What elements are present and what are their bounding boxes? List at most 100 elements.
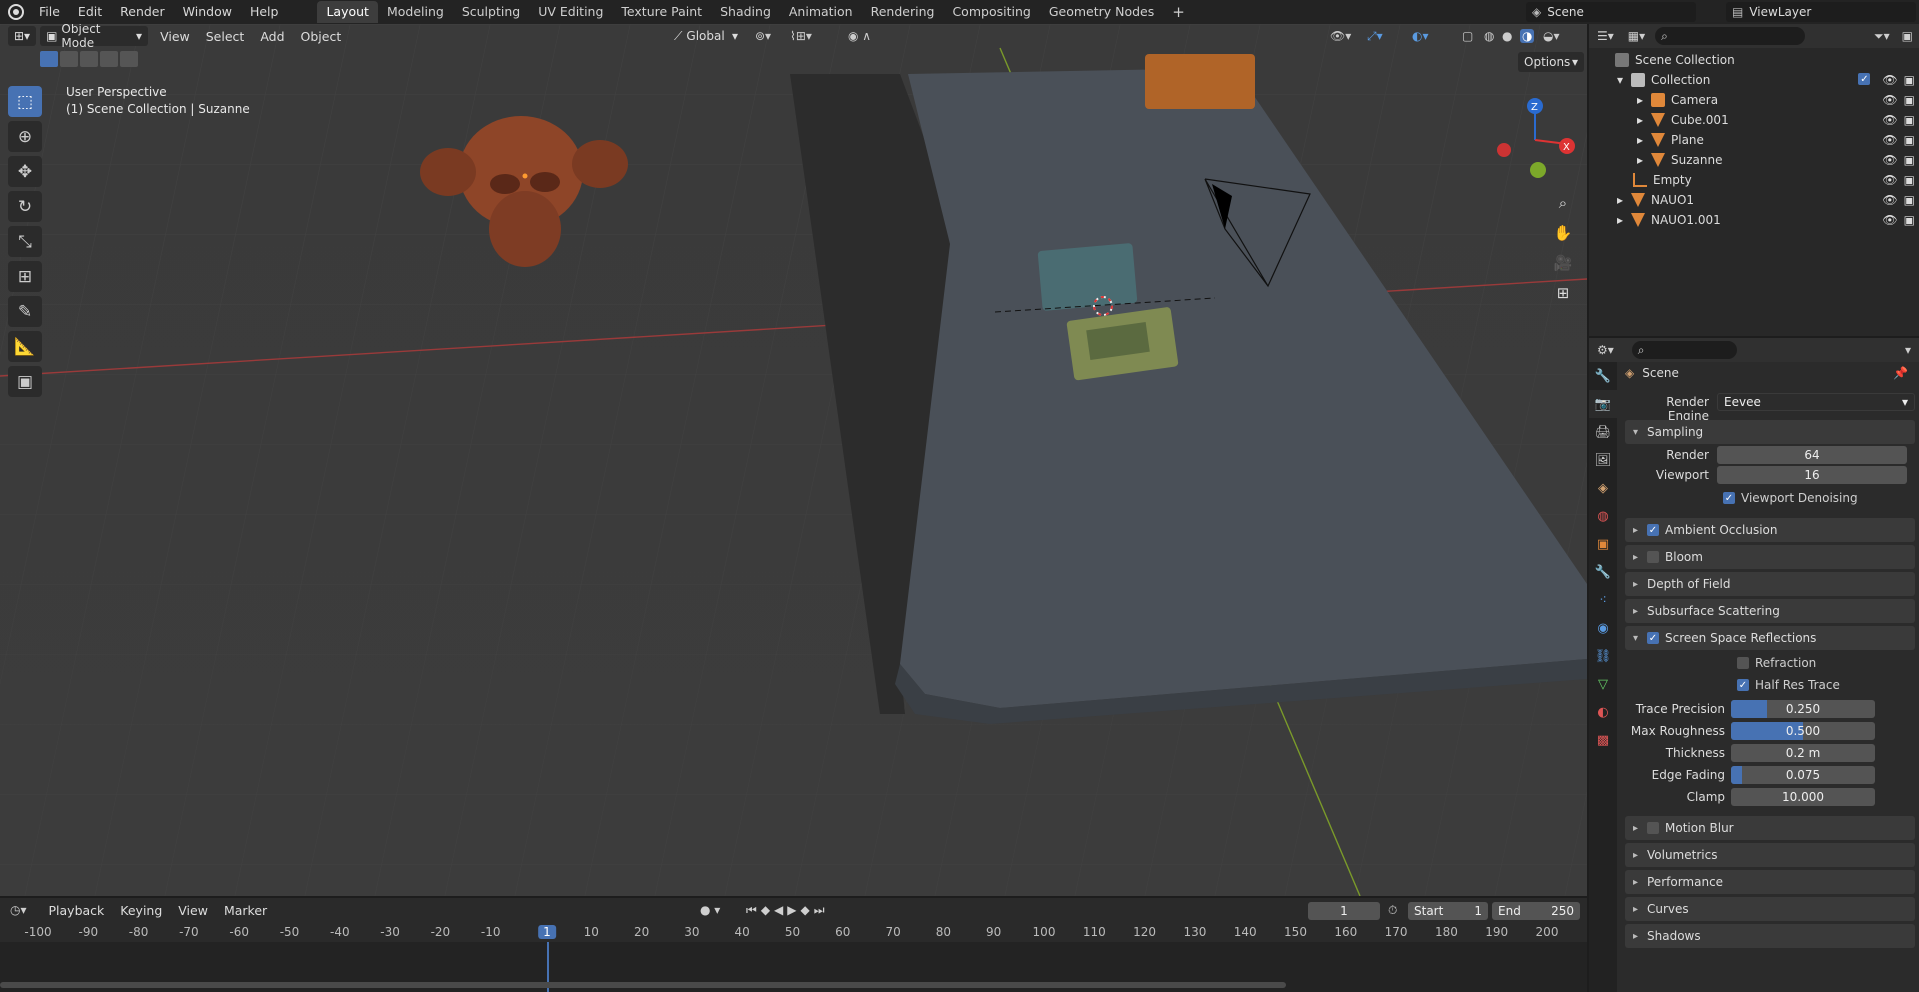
clamp-field[interactable]: 10.000 bbox=[1731, 788, 1875, 806]
panel-shadows[interactable]: ▸ Shadows bbox=[1625, 924, 1915, 948]
eye-icon[interactable]: 👁 bbox=[1882, 113, 1897, 127]
xray-icon[interactable]: ▢ bbox=[1462, 29, 1473, 43]
edge-fading-slider[interactable]: 0.075 bbox=[1731, 766, 1875, 784]
outliner-root[interactable]: Scene Collection bbox=[1589, 50, 1919, 70]
render-tab-icon[interactable]: 📷 bbox=[1589, 390, 1617, 418]
eye-icon[interactable]: 👁 bbox=[1882, 153, 1897, 167]
expand-icon[interactable]: ▸ bbox=[1637, 133, 1651, 147]
play-icon[interactable]: ▶ bbox=[787, 903, 800, 917]
mode-dropdown[interactable]: ▣ Object Mode ▾ bbox=[40, 24, 149, 50]
panel-curves[interactable]: ▸ Curves bbox=[1625, 897, 1915, 921]
select-box-tool-icon[interactable]: ⬚ bbox=[8, 86, 42, 117]
viewport-menu-add[interactable]: Add bbox=[252, 29, 292, 44]
viewport-menu-view[interactable]: View bbox=[152, 29, 198, 44]
select-intersect-icon[interactable] bbox=[120, 51, 138, 67]
physics-tab-icon[interactable]: ◉ bbox=[1589, 614, 1617, 642]
visibility-icon[interactable]: 👁▾ bbox=[1330, 29, 1351, 43]
constraints-tab-icon[interactable]: ⛓ bbox=[1589, 642, 1617, 670]
add-workspace-icon[interactable]: + bbox=[1163, 1, 1194, 23]
render-engine-dropdown[interactable]: Eevee ▾ bbox=[1717, 393, 1915, 411]
outliner-editor-icon[interactable]: ☰▾ bbox=[1597, 29, 1614, 43]
particles-tab-icon[interactable]: ⁖ bbox=[1589, 586, 1617, 614]
measure-tool-icon[interactable]: 📐 bbox=[8, 331, 42, 362]
filter-icon[interactable]: ⏷▾ bbox=[1874, 29, 1890, 44]
eye-icon[interactable]: 👁 bbox=[1882, 193, 1897, 207]
tab-compositing[interactable]: Compositing bbox=[943, 1, 1039, 23]
stopwatch-icon[interactable]: ⏱ bbox=[1388, 903, 1397, 918]
scene-tab-icon[interactable]: ◈ bbox=[1589, 474, 1617, 502]
expand-icon[interactable]: ▸ bbox=[1617, 213, 1631, 227]
outliner-row-nauo1-001[interactable]: ▸ NAUO1.001 👁 ▣ bbox=[1589, 210, 1919, 230]
shading-material-icon[interactable]: ◑ bbox=[1520, 29, 1535, 43]
expand-icon[interactable]: ▸ bbox=[1637, 153, 1651, 167]
render-icon[interactable]: ▣ bbox=[1904, 173, 1915, 187]
outliner-row-camera[interactable]: ▸ Camera 👁 ▣ bbox=[1589, 90, 1919, 110]
outliner-row-nauo1[interactable]: ▸ NAUO1 👁 ▣ bbox=[1589, 190, 1919, 210]
axis-gizmo-icon[interactable]: Z X bbox=[1495, 94, 1575, 184]
object-tab-icon[interactable]: ▣ bbox=[1589, 530, 1617, 558]
exclude-checkbox[interactable]: ✓ bbox=[1858, 73, 1871, 85]
menu-file[interactable]: File bbox=[30, 0, 69, 24]
panel-sampling[interactable]: ▾ Sampling bbox=[1625, 420, 1915, 444]
checkbox-icon[interactable]: ✓ bbox=[1647, 632, 1659, 644]
options-dropdown[interactable]: Options ▾ bbox=[1518, 52, 1584, 72]
eye-icon[interactable]: 👁 bbox=[1882, 213, 1897, 227]
tab-texture-paint[interactable]: Texture Paint bbox=[612, 1, 711, 23]
world-tab-icon[interactable]: ◍ bbox=[1589, 502, 1617, 530]
checkbox-icon[interactable]: ✓ bbox=[1647, 524, 1659, 536]
timeline-scrollbar[interactable] bbox=[0, 982, 1286, 988]
tab-modeling[interactable]: Modeling bbox=[378, 1, 453, 23]
panel-performance[interactable]: ▸ Performance bbox=[1625, 870, 1915, 894]
checkbox-icon[interactable] bbox=[1647, 822, 1659, 834]
expand-icon[interactable]: ▾ bbox=[1617, 73, 1631, 87]
tab-rendering[interactable]: Rendering bbox=[862, 1, 944, 23]
tab-geometry-nodes[interactable]: Geometry Nodes bbox=[1040, 1, 1163, 23]
half-res-trace-checkbox[interactable]: ✓ Half Res Trace bbox=[1737, 678, 1840, 692]
add-cube-tool-icon[interactable]: ▣ bbox=[8, 366, 42, 397]
tab-layout[interactable]: Layout bbox=[317, 1, 378, 23]
checkbox-icon[interactable] bbox=[1647, 551, 1659, 563]
panel-depth-of-field[interactable]: ▸ Depth of Field bbox=[1625, 572, 1915, 596]
move-tool-icon[interactable]: ✥ bbox=[8, 156, 42, 187]
properties-editor-icon[interactable]: ⚙▾ bbox=[1597, 343, 1614, 357]
outliner-row-cube[interactable]: ▸ Cube.001 👁 ▣ bbox=[1589, 110, 1919, 130]
pan-hand-icon[interactable]: ✋ bbox=[1550, 220, 1576, 246]
expand-icon[interactable]: ▸ bbox=[1637, 113, 1651, 127]
expand-icon[interactable]: ▸ bbox=[1617, 193, 1631, 207]
eye-icon[interactable]: 👁 bbox=[1882, 73, 1897, 87]
outliner-search-input[interactable]: ⌕ bbox=[1655, 27, 1806, 45]
properties-search-input[interactable]: ⌕ bbox=[1631, 341, 1737, 359]
zoom-icon[interactable]: ⌕ bbox=[1550, 190, 1576, 216]
shading-rendered-icon[interactable]: ◒▾ bbox=[1543, 29, 1560, 43]
camera-view-icon[interactable]: 🎥 bbox=[1550, 250, 1576, 276]
select-invert-icon[interactable] bbox=[100, 51, 118, 67]
chevron-down-icon[interactable]: ▾ bbox=[1905, 343, 1911, 357]
outliner-row-plane[interactable]: ▸ Plane 👁 ▣ bbox=[1589, 130, 1919, 150]
end-frame-field[interactable]: End 250 bbox=[1492, 902, 1580, 920]
timeline-menu-view[interactable]: View bbox=[170, 903, 216, 918]
outliner-row-empty[interactable]: Empty 👁 ▣ bbox=[1589, 170, 1919, 190]
render-icon[interactable]: ▣ bbox=[1904, 133, 1915, 147]
render-icon[interactable]: ▣ bbox=[1904, 153, 1915, 167]
menu-edit[interactable]: Edit bbox=[69, 0, 111, 24]
timeline-editor-icon[interactable]: ◷▾ bbox=[10, 903, 27, 917]
tab-shading[interactable]: Shading bbox=[711, 1, 780, 23]
pivot-icon[interactable]: ⊚▾ bbox=[755, 29, 771, 43]
trace-precision-slider[interactable]: 0.250 bbox=[1731, 700, 1875, 718]
expand-icon[interactable]: ▸ bbox=[1637, 93, 1651, 107]
panel-subsurface-scattering[interactable]: ▸ Subsurface Scattering bbox=[1625, 599, 1915, 623]
select-extend-icon[interactable] bbox=[60, 51, 78, 67]
viewport-samples-field[interactable]: 16 bbox=[1717, 466, 1907, 484]
render-icon[interactable]: ▣ bbox=[1904, 213, 1915, 227]
eye-icon[interactable]: 👁 bbox=[1882, 133, 1897, 147]
material-tab-icon[interactable]: ◐ bbox=[1589, 698, 1617, 726]
scene-selector[interactable]: ◈ Scene bbox=[1526, 2, 1696, 22]
outliner-row-collection[interactable]: ▾ Collection ✓ 👁 ▣ bbox=[1589, 70, 1919, 90]
texture-tab-icon[interactable]: ▩ bbox=[1589, 726, 1617, 754]
menu-render[interactable]: Render bbox=[111, 0, 174, 24]
current-frame-field[interactable]: 1 bbox=[1308, 902, 1380, 920]
pin-icon[interactable]: 📌 bbox=[1893, 366, 1908, 380]
panel-screen-space-reflections[interactable]: ▾ ✓ Screen Space Reflections bbox=[1625, 626, 1915, 650]
shading-solid-icon[interactable]: ● bbox=[1502, 29, 1512, 43]
transform-tool-icon[interactable]: ⊞ bbox=[8, 261, 42, 292]
